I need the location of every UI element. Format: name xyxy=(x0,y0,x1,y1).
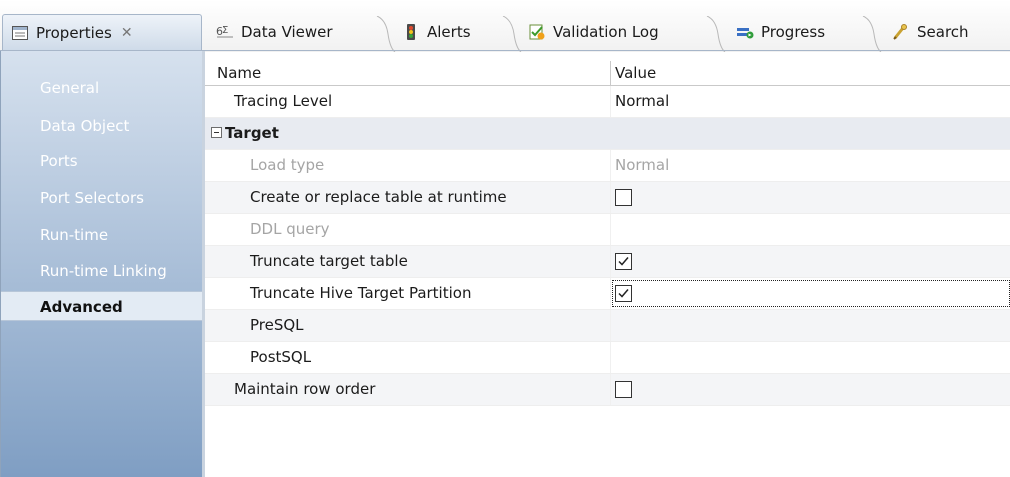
property-name: Truncate Hive Target Partition xyxy=(250,284,472,302)
tab-alerts-label: Alerts xyxy=(427,23,471,41)
sidebar-item-ports[interactable]: Ports xyxy=(1,146,203,176)
property-row-presql[interactable]: PreSQL xyxy=(205,310,1010,342)
property-name: Create or replace table at runtime xyxy=(250,188,507,206)
cell-divider xyxy=(610,374,611,405)
data-viewer-icon: 6 Σ xyxy=(216,23,234,41)
sidebar-item-data-object[interactable]: Data Object xyxy=(1,111,203,141)
property-row-postsql[interactable]: PostSQL xyxy=(205,342,1010,374)
tab-data-viewer-label: Data Viewer xyxy=(241,23,333,41)
cell-divider xyxy=(610,310,611,341)
property-name: Truncate target table xyxy=(250,252,408,270)
tab-validation-log-label: Validation Log xyxy=(553,23,659,41)
property-row-tracing-level[interactable]: Tracing Level Normal xyxy=(205,86,1010,118)
cell-divider xyxy=(610,86,611,117)
cell-divider xyxy=(610,182,611,213)
maintain-row-order-checkbox[interactable] xyxy=(615,381,632,398)
sidebar-item-port-selectors[interactable]: Port Selectors xyxy=(1,183,203,213)
column-header-value[interactable]: Value xyxy=(615,64,656,82)
cell-divider xyxy=(610,278,611,309)
property-row-truncate-hive-target-partition[interactable]: Truncate Hive Target Partition xyxy=(205,278,1010,310)
view-tab-bar: Properties ✕ 6 Σ Data Viewer Alerts Vali… xyxy=(0,0,1010,52)
tab-separator xyxy=(706,16,726,52)
properties-icon xyxy=(11,24,29,42)
column-divider[interactable] xyxy=(610,61,611,86)
property-name: PostSQL xyxy=(250,348,312,366)
validation-log-icon xyxy=(528,23,546,41)
close-icon[interactable]: ✕ xyxy=(121,25,133,41)
sidebar-item-general[interactable]: General xyxy=(1,73,203,103)
property-group-target[interactable]: Target xyxy=(205,118,1010,150)
group-name: Target xyxy=(225,124,279,142)
tab-separator xyxy=(376,16,396,52)
focus-ring xyxy=(612,280,1010,307)
property-row-create-or-replace-table[interactable]: Create or replace table at runtime xyxy=(205,182,1010,214)
property-row-maintain-row-order[interactable]: Maintain row order xyxy=(205,374,1010,406)
property-grid: Name Value Tracing Level Normal Target L… xyxy=(205,61,1010,477)
sidebar-item-run-time[interactable]: Run-time xyxy=(1,220,203,250)
sidebar-item-run-time-linking[interactable]: Run-time Linking xyxy=(1,256,203,286)
tab-progress-label: Progress xyxy=(761,23,826,41)
cell-divider xyxy=(610,150,611,181)
alerts-icon xyxy=(402,23,420,41)
cell-divider xyxy=(610,342,611,373)
search-icon xyxy=(892,23,910,41)
create-or-replace-checkbox[interactable] xyxy=(615,189,632,206)
property-name: DDL query xyxy=(250,220,330,238)
column-header-name[interactable]: Name xyxy=(217,64,261,82)
tab-search-label: Search xyxy=(917,23,969,41)
progress-icon xyxy=(736,23,754,41)
property-name: Load type xyxy=(250,156,325,174)
property-name: Tracing Level xyxy=(234,92,333,110)
property-row-load-type: Load type Normal xyxy=(205,150,1010,182)
tab-search[interactable]: Search xyxy=(884,14,1004,50)
tab-progress[interactable]: Progress xyxy=(728,14,882,52)
grid-header: Name Value xyxy=(205,61,1010,86)
sidebar-item-advanced[interactable]: Advanced xyxy=(1,291,203,321)
checkmark-icon xyxy=(618,257,629,266)
property-name: Maintain row order xyxy=(234,380,376,398)
cell-divider xyxy=(610,246,611,277)
property-value: Normal xyxy=(615,156,670,174)
collapse-icon[interactable] xyxy=(211,127,222,138)
property-value[interactable]: Normal xyxy=(615,92,669,110)
cell-divider xyxy=(610,214,611,245)
property-name: PreSQL xyxy=(250,316,304,334)
truncate-hive-partition-checkbox[interactable] xyxy=(615,285,632,302)
tab-alerts[interactable]: Alerts xyxy=(394,14,522,52)
tab-separator xyxy=(862,16,882,52)
properties-section-nav: General Data Object Ports Port Selectors… xyxy=(0,51,203,477)
checkmark-icon xyxy=(618,289,629,298)
tab-properties[interactable]: Properties ✕ xyxy=(2,14,202,50)
property-row-truncate-target-table[interactable]: Truncate target table xyxy=(205,246,1010,278)
truncate-target-table-checkbox[interactable] xyxy=(615,253,632,270)
tab-properties-label: Properties xyxy=(36,23,112,42)
tab-data-viewer[interactable]: 6 Σ Data Viewer xyxy=(208,14,396,52)
property-row-ddl-query: DDL query xyxy=(205,214,1010,246)
tab-separator xyxy=(502,16,522,52)
svg-text:Σ: Σ xyxy=(222,25,228,36)
tab-validation-log[interactable]: Validation Log xyxy=(520,14,726,52)
